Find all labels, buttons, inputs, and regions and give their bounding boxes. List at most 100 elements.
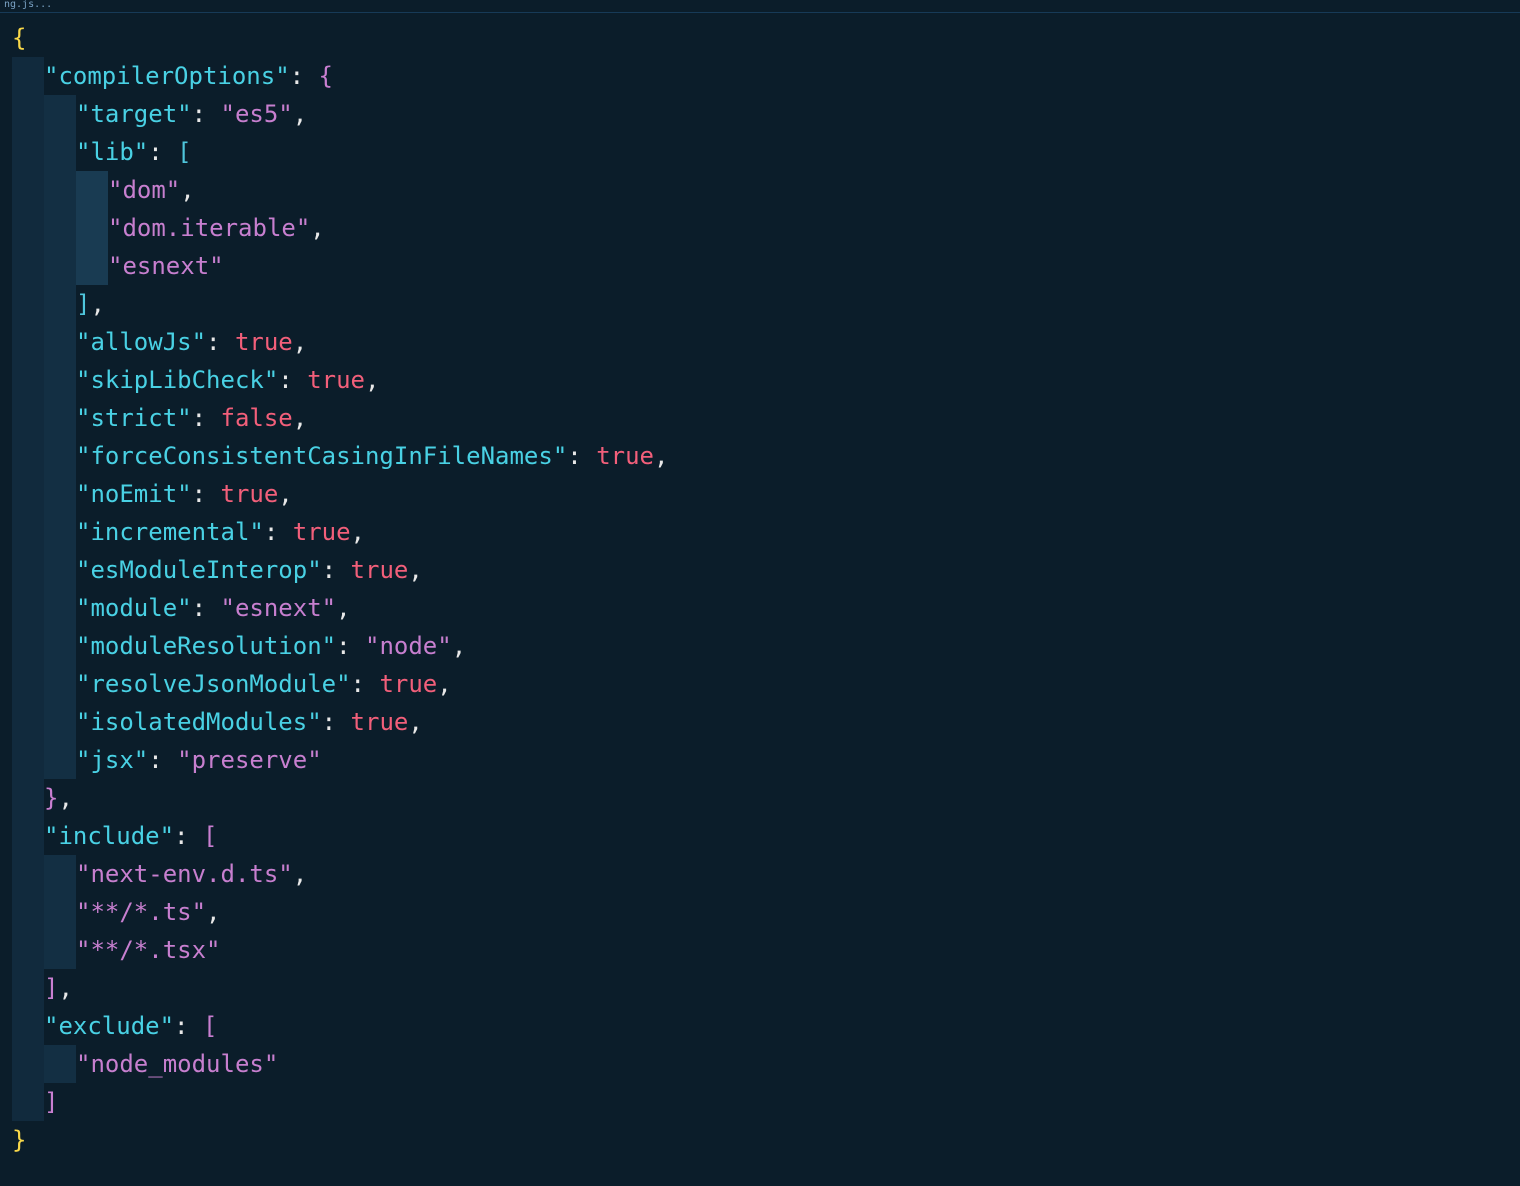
- token-punct: :: [192, 594, 221, 622]
- token-brace-m: {: [319, 62, 333, 90]
- code-text: ],: [12, 974, 73, 1002]
- token-bool: true: [351, 708, 409, 736]
- code-line[interactable]: "esnext": [12, 247, 1520, 285]
- token-key: "noEmit": [76, 480, 192, 508]
- token-str: "es5": [221, 100, 293, 128]
- code-text: "noEmit": true,: [12, 480, 293, 508]
- token-key: "jsx": [76, 746, 148, 774]
- token-punct: ,: [452, 632, 466, 660]
- code-line[interactable]: "skipLibCheck": true,: [12, 361, 1520, 399]
- code-line[interactable]: "dom",: [12, 171, 1520, 209]
- token-punct: :: [174, 1012, 203, 1040]
- code-text: "forceConsistentCasingInFileNames": true…: [12, 442, 668, 470]
- code-line[interactable]: "target": "es5",: [12, 95, 1520, 133]
- token-punct: :: [351, 670, 380, 698]
- code-line[interactable]: "strict": false,: [12, 399, 1520, 437]
- code-text: "skipLibCheck": true,: [12, 366, 379, 394]
- code-line[interactable]: "moduleResolution": "node",: [12, 627, 1520, 665]
- token-punct: ,: [58, 974, 72, 1002]
- code-line[interactable]: "compilerOptions": {: [12, 57, 1520, 95]
- code-line[interactable]: "jsx": "preserve": [12, 741, 1520, 779]
- token-brace-m: [: [203, 822, 217, 850]
- token-punct: ,: [351, 518, 365, 546]
- token-brace-m: [: [203, 1012, 217, 1040]
- code-editor[interactable]: {"compilerOptions": {"target": "es5","li…: [0, 13, 1520, 1159]
- code-line[interactable]: "**/*.tsx": [12, 931, 1520, 969]
- code-text: "compilerOptions": {: [12, 62, 333, 90]
- token-punct: :: [264, 518, 293, 546]
- token-brace-m: ]: [44, 1088, 58, 1116]
- token-bool: false: [221, 404, 293, 432]
- token-brace-c: ]: [76, 290, 90, 318]
- code-line[interactable]: "node_modules": [12, 1045, 1520, 1083]
- token-punct: ,: [293, 404, 307, 432]
- token-key: "module": [76, 594, 192, 622]
- code-line[interactable]: "**/*.ts",: [12, 893, 1520, 931]
- code-line[interactable]: "next-env.d.ts",: [12, 855, 1520, 893]
- token-brace-m: ]: [44, 974, 58, 1002]
- code-text: "allowJs": true,: [12, 328, 307, 356]
- code-line[interactable]: ],: [12, 285, 1520, 323]
- code-line[interactable]: "esModuleInterop": true,: [12, 551, 1520, 589]
- token-punct: ,: [206, 898, 220, 926]
- token-key: "lib": [76, 138, 148, 166]
- code-text: "lib": [: [12, 138, 192, 166]
- code-text: "**/*.ts",: [12, 898, 221, 926]
- token-punct: :: [206, 328, 235, 356]
- token-punct: ,: [408, 556, 422, 584]
- token-punct: ,: [365, 366, 379, 394]
- code-text: }: [12, 1126, 26, 1154]
- code-text: },: [12, 784, 73, 812]
- code-text: "esnext": [12, 252, 224, 280]
- token-brace-c: [: [177, 138, 191, 166]
- token-key: "exclude": [44, 1012, 174, 1040]
- token-bool: true: [379, 670, 437, 698]
- token-punct: ,: [58, 784, 72, 812]
- token-punct: :: [290, 62, 319, 90]
- code-line[interactable]: {: [12, 19, 1520, 57]
- token-bool: true: [351, 556, 409, 584]
- code-line[interactable]: ]: [12, 1083, 1520, 1121]
- token-str: "preserve": [177, 746, 322, 774]
- code-text: "resolveJsonModule": true,: [12, 670, 452, 698]
- code-line[interactable]: "exclude": [: [12, 1007, 1520, 1045]
- code-line[interactable]: ],: [12, 969, 1520, 1007]
- token-punct: :: [174, 822, 203, 850]
- code-line[interactable]: "forceConsistentCasingInFileNames": true…: [12, 437, 1520, 475]
- token-punct: ,: [278, 480, 292, 508]
- token-key: "esModuleInterop": [76, 556, 322, 584]
- token-punct: ,: [180, 176, 194, 204]
- code-line[interactable]: "module": "esnext",: [12, 589, 1520, 627]
- code-text: "jsx": "preserve": [12, 746, 322, 774]
- token-brace-y: {: [12, 24, 26, 52]
- code-text: "strict": false,: [12, 404, 307, 432]
- code-line[interactable]: "incremental": true,: [12, 513, 1520, 551]
- code-line[interactable]: "allowJs": true,: [12, 323, 1520, 361]
- code-line[interactable]: "dom.iterable",: [12, 209, 1520, 247]
- code-text: "exclude": [: [12, 1012, 217, 1040]
- code-line[interactable]: "isolatedModules": true,: [12, 703, 1520, 741]
- token-brace-m: }: [44, 784, 58, 812]
- code-line[interactable]: "noEmit": true,: [12, 475, 1520, 513]
- token-str: "node_modules": [76, 1050, 278, 1078]
- code-text: ],: [12, 290, 105, 318]
- code-line[interactable]: },: [12, 779, 1520, 817]
- code-text: "next-env.d.ts",: [12, 860, 307, 888]
- token-str: "esnext": [108, 252, 224, 280]
- code-line[interactable]: "include": [: [12, 817, 1520, 855]
- code-text: "target": "es5",: [12, 100, 307, 128]
- token-str: "next-env.d.ts": [76, 860, 293, 888]
- token-punct: :: [148, 138, 177, 166]
- code-line[interactable]: }: [12, 1121, 1520, 1159]
- token-key: "strict": [76, 404, 192, 432]
- code-text: "dom.iterable",: [12, 214, 325, 242]
- token-key: "forceConsistentCasingInFileNames": [76, 442, 567, 470]
- code-text: "esModuleInterop": true,: [12, 556, 423, 584]
- title-bar: ng.js...: [0, 0, 1520, 13]
- code-line[interactable]: "resolveJsonModule": true,: [12, 665, 1520, 703]
- code-line[interactable]: "lib": [: [12, 133, 1520, 171]
- token-bool: true: [307, 366, 365, 394]
- token-key: "isolatedModules": [76, 708, 322, 736]
- token-punct: :: [192, 404, 221, 432]
- token-punct: ,: [293, 328, 307, 356]
